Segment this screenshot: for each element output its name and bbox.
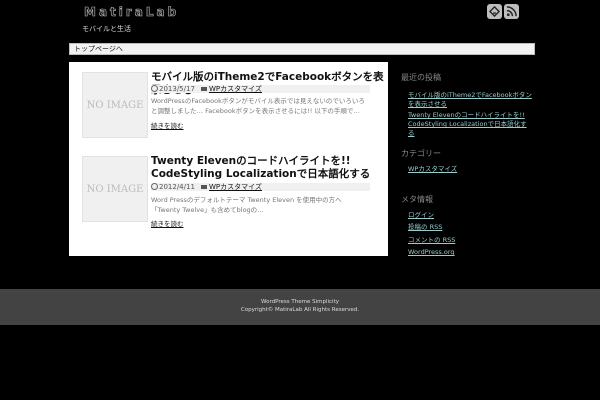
clock-icon (151, 183, 158, 190)
post-thumbnail[interactable]: NO IMAGE (82, 156, 148, 222)
post-category-link[interactable]: WPカスタマイズ (209, 85, 262, 93)
meta-link-login[interactable]: ログイン (408, 211, 533, 220)
navbar: トップページへ (69, 43, 535, 55)
nav-home-link[interactable]: トップページへ (74, 45, 123, 53)
clock-icon (151, 85, 158, 92)
post-date: 2013/5/17 (159, 85, 195, 93)
post-date: 2012/4/11 (159, 183, 195, 191)
post-title[interactable]: Twenty Elevenのコードハイライトを!! CodeStyling Lo… (151, 155, 381, 181)
rss-icon[interactable] (504, 4, 519, 19)
footer-copyright: Copyright© MatiraLab All Rights Reserved… (240, 307, 360, 313)
main-content: NO IMAGE モバイル版のiTheme2でFacebookボタンを表示させる… (69, 62, 388, 256)
folder-icon (201, 185, 207, 189)
post-category-link[interactable]: WPカスタマイズ (209, 183, 262, 191)
recent-post-link[interactable]: Twenty Elevenのコードハイライトを!! CodeStyling Lo… (408, 111, 533, 138)
widget-title-meta: メタ情報 (401, 195, 433, 204)
folder-icon (201, 87, 207, 91)
post-excerpt: Word Pressのデフォルトテーマ Twenty Eleven を使用中の方… (151, 196, 342, 214)
widget-title-recent: 最近の投稿 (401, 73, 441, 82)
category-link[interactable]: WPカスタマイズ (408, 165, 533, 174)
meta-link-comments-rss[interactable]: コメントの RSS (408, 236, 533, 245)
read-more-link[interactable]: 続きを読む (151, 120, 184, 130)
post-title[interactable]: モバイル版のiTheme2でFacebookボタンを表示させる (151, 71, 388, 97)
footer: WordPress Theme Simplicity Copyright© Ma… (0, 289, 600, 325)
rss-icon-glyph (506, 6, 517, 17)
recent-post-link[interactable]: モバイル版のiTheme2でFacebookボタンを表示させる (408, 91, 533, 109)
footer-theme-credit: WordPress Theme Simplicity (261, 299, 339, 305)
meta-link-posts-rss[interactable]: 投稿の RSS (408, 223, 533, 232)
meta-link-wordpress[interactable]: WordPress.org (408, 248, 533, 257)
post-thumbnail[interactable]: NO IMAGE (82, 72, 148, 138)
site-description: モバイルと生活 (82, 25, 131, 33)
widget-title-categories: カテゴリー (401, 149, 441, 158)
post-meta: 2012/4/11 WPカスタマイズ (151, 183, 370, 191)
feedly-icon[interactable] (487, 4, 502, 19)
site-title[interactable]: MatiraLab (84, 5, 179, 20)
feedly-icon-glyph (489, 6, 500, 17)
post-excerpt: WordPressのFacebookボタンがモバイル表示では見えないのでいろいろ… (151, 97, 365, 115)
post-meta: 2013/5/17 WPカスタマイズ (151, 85, 370, 93)
read-more-link[interactable]: 続きを読む (151, 218, 184, 228)
